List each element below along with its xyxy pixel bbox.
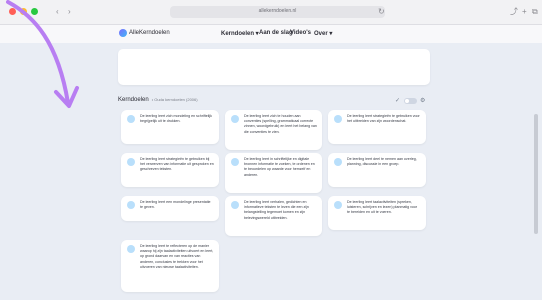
goal-text: De leerling leert te reflecteren op de m… (140, 244, 214, 269)
goal-text: De leerling leert zich te houden aan con… (244, 114, 317, 134)
goal-text: De leerling leert strategieën te gebruik… (347, 114, 420, 124)
goal-badge (334, 158, 342, 166)
arrow-icon (6, 0, 79, 108)
scrollbar-thumb[interactable] (534, 114, 538, 234)
scrollbar[interactable] (534, 44, 538, 300)
goal-text: De leerling leert strategieën te gebruik… (140, 157, 214, 172)
goal-text: De leerling leert taalactiviteiten (spre… (347, 200, 418, 215)
goal-badge (127, 245, 135, 253)
goal-card[interactable]: De leerling leert taalactiviteiten (spre… (328, 196, 426, 230)
goal-card[interactable]: De leerling leert een mondelinge present… (121, 196, 219, 221)
hero-card (118, 49, 430, 85)
goal-text: De leerling leert verhalen, gedichten en… (244, 200, 309, 220)
nav-over[interactable]: Over ▾ (314, 30, 332, 37)
reload-icon[interactable]: ↻ (378, 7, 385, 16)
tab-overview-icon[interactable]: ⧉ (532, 7, 538, 16)
check-icon[interactable]: ✓ (395, 97, 400, 105)
goal-badge (334, 115, 342, 123)
url-text: allekerndoelen.nl (258, 8, 297, 14)
goal-card[interactable]: De leerling leert zich mondeling en schr… (121, 110, 219, 144)
goal-text: De leerling leert een mondelinge present… (140, 200, 211, 210)
settings-icon[interactable]: ⚙ (420, 97, 425, 105)
goal-card[interactable]: De leerling leert in schriftelijke en di… (225, 153, 322, 193)
goal-badge (127, 201, 135, 209)
new-tab-icon[interactable]: + (522, 7, 527, 16)
view-toggle[interactable] (404, 98, 417, 104)
address-bar[interactable]: allekerndoelen.nl (170, 6, 385, 18)
goal-text: De leerling leert zich mondeling en schr… (140, 114, 212, 124)
goal-badge (231, 115, 239, 123)
goal-badge (127, 158, 135, 166)
share-icon[interactable]: ⤴ (510, 7, 518, 16)
nav-kerndoelen[interactable]: Kerndoelen ▾ (221, 30, 259, 37)
section-subtitle: • Ouda kerndoelen (2006) (151, 97, 198, 102)
browser-window: ‹ › allekerndoelen.nl ↻ ⤴ + ⧉ AlleKerndo… (0, 0, 542, 300)
goal-card[interactable]: De leerling leert zich te houden aan con… (225, 110, 322, 150)
toggle-knob (405, 99, 409, 103)
goal-text: De leerling leert deel te nemen aan over… (347, 157, 417, 167)
goal-badge (127, 115, 135, 123)
goal-card[interactable]: De leerling leert strategieën te gebruik… (121, 153, 219, 187)
goal-badge (231, 158, 239, 166)
nav-aan-de-slag[interactable]: Aan de slag (259, 30, 293, 36)
logo-text[interactable]: AlleKerndoelen (129, 30, 170, 36)
goal-badge (334, 201, 342, 209)
goal-card[interactable]: De leerling leert strategieën te gebruik… (328, 110, 426, 144)
goal-badge (231, 201, 239, 209)
goal-card[interactable]: De leerling leert te reflecteren op de m… (121, 240, 219, 292)
section-title: Kerndoelen • Ouda kerndoelen (2006) (118, 97, 198, 103)
goal-text: De leerling leert in schriftelijke en di… (244, 157, 315, 177)
section-tools: ✓ ⚙ (395, 97, 429, 105)
logo-icon[interactable] (119, 29, 127, 37)
goal-card[interactable]: De leerling leert deel te nemen aan over… (328, 153, 426, 187)
nav-videos[interactable]: Video's (290, 30, 311, 36)
goal-card[interactable]: De leerling leert verhalen, gedichten en… (225, 196, 322, 236)
